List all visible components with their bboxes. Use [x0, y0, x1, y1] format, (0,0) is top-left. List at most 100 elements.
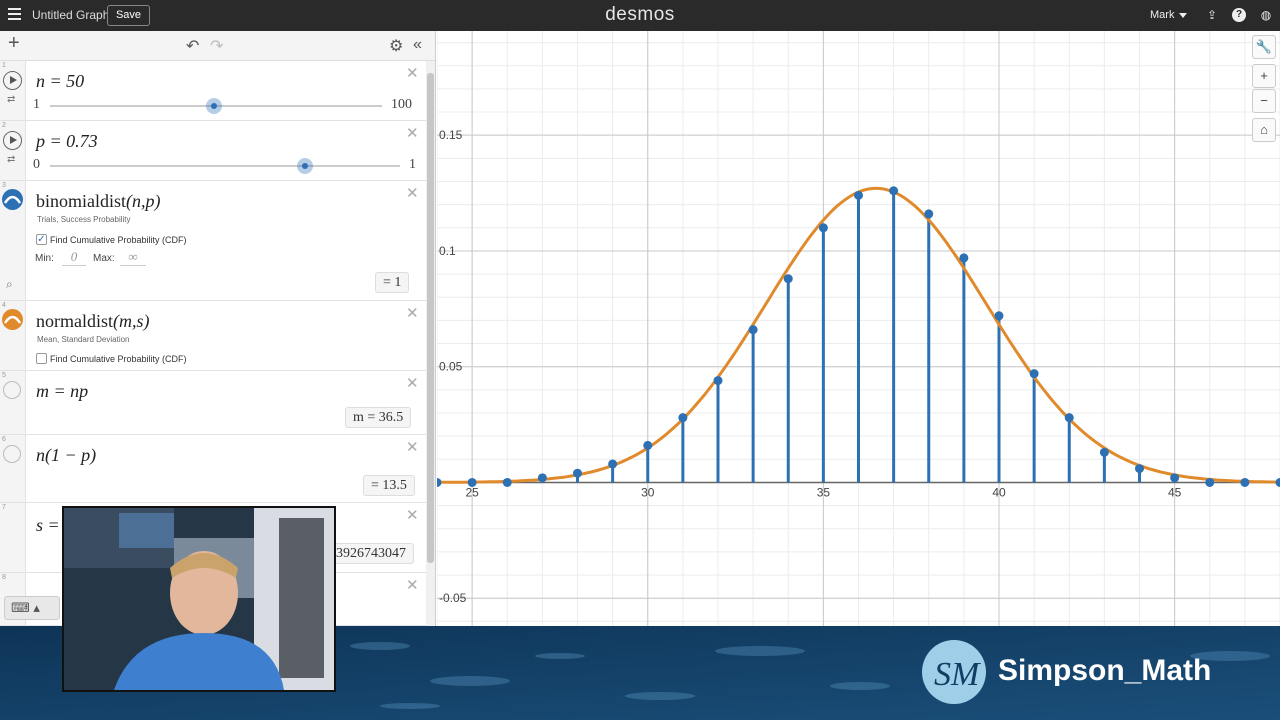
svg-text:SM: SM: [934, 656, 981, 693]
expression-row[interactable]: 2 ⇄ p = 0.73 ✕ 0 1: [0, 121, 426, 181]
max-input[interactable]: ∞: [120, 249, 146, 266]
channel-name: Simpson_Math: [998, 654, 1212, 687]
hidden-toggle-icon[interactable]: [3, 445, 21, 463]
x-tick-label: 35: [817, 485, 831, 499]
graph-canvas[interactable]: 25 30 35 40 45 0.15 0.1 0.05 -0.05: [437, 31, 1280, 626]
max-label: Max:: [93, 253, 115, 264]
expression-text[interactable]: s =: [36, 515, 60, 536]
redo-icon[interactable]: ↷: [210, 36, 223, 56]
hidden-toggle-icon[interactable]: [3, 381, 21, 399]
binomial-point: [924, 209, 934, 219]
delete-icon[interactable]: ✕: [406, 506, 419, 524]
slider-track[interactable]: [50, 165, 400, 167]
webcam-overlay: [62, 506, 336, 692]
delete-icon[interactable]: ✕: [406, 64, 419, 82]
binomial-point: [1099, 447, 1109, 457]
keyboard-toggle-button[interactable]: ⌨ ▴: [4, 596, 60, 620]
normal-curve: [437, 186, 1277, 484]
settings-gear-icon[interactable]: ⚙: [389, 36, 403, 56]
loop-icon[interactable]: ⇄: [7, 94, 15, 105]
binomial-point: [678, 413, 688, 423]
zoom-in-button[interactable]: +: [1252, 64, 1276, 88]
expression-text[interactable]: p = 0.73: [36, 131, 98, 152]
expression-toolbar: + ↶ ↷ ⚙ «: [0, 31, 435, 61]
distribution-icon[interactable]: [2, 189, 23, 210]
slider-handle[interactable]: [206, 98, 222, 114]
y-tick-label: -0.05: [439, 591, 467, 605]
top-bar: Untitled Graph Save desmos Mark ⇪ ? ◍: [0, 0, 1280, 31]
cdf-label: Find Cumulative Probability (CDF): [50, 354, 187, 364]
collapse-panel-icon[interactable]: «: [413, 36, 422, 54]
globe-icon[interactable]: ◍: [1259, 8, 1273, 22]
binomial-point: [889, 186, 899, 196]
expression-text[interactable]: n = 50: [36, 71, 84, 92]
keyboard-icon: ⌨ ▴: [11, 600, 40, 615]
delete-icon[interactable]: ✕: [406, 374, 419, 392]
evaluation-result: m = 36.5: [345, 407, 412, 428]
play-icon[interactable]: [3, 131, 22, 150]
loop-icon[interactable]: ⇄: [7, 154, 15, 165]
graph-settings-wrench-icon[interactable]: 🔧: [1252, 35, 1276, 59]
cdf-label: Find Cumulative Probability (CDF): [50, 235, 187, 245]
user-menu[interactable]: Mark: [1150, 9, 1187, 21]
delete-icon[interactable]: ✕: [406, 184, 419, 202]
binomial-point: [994, 311, 1004, 321]
evaluation-result: 3926743047: [328, 543, 414, 564]
slider-max[interactable]: 1: [409, 157, 416, 173]
share-icon[interactable]: ⇪: [1205, 8, 1219, 22]
binomial-point: [854, 190, 863, 200]
slider-handle[interactable]: [297, 158, 313, 174]
expression-text[interactable]: n(1 − p): [36, 445, 96, 466]
slider-max[interactable]: 100: [391, 97, 412, 113]
delete-icon[interactable]: ✕: [406, 124, 419, 142]
slider-min[interactable]: 1: [33, 97, 40, 113]
expression-scrollbar[interactable]: [426, 61, 435, 626]
x-tick-label: 40: [992, 485, 1006, 499]
x-tick-label: 25: [465, 485, 479, 499]
zoom-icon[interactable]: ⌕: [6, 277, 13, 292]
expression-text[interactable]: binomialdist(n,p): [36, 191, 161, 212]
cdf-checkbox[interactable]: [36, 353, 47, 364]
parameter-hint: Mean, Standard Deviation: [37, 335, 130, 344]
binomial-point: [713, 376, 723, 386]
undo-icon[interactable]: ↶: [186, 36, 199, 56]
binomial-point: [537, 473, 547, 483]
evaluation-result: = 13.5: [363, 475, 415, 496]
binomial-point: [1064, 413, 1074, 423]
help-icon[interactable]: ?: [1232, 8, 1246, 22]
expression-row[interactable]: 5 m = np ✕ m = 36.5: [0, 371, 426, 435]
delete-icon[interactable]: ✕: [406, 576, 419, 594]
binomial-point: [1205, 477, 1215, 487]
binomial-point: [959, 253, 969, 263]
binomial-point: [1029, 369, 1039, 379]
play-icon[interactable]: [3, 71, 22, 90]
delete-icon[interactable]: ✕: [406, 438, 419, 456]
expression-row[interactable]: 3 ⌕ binomialdist(n,p) Trials, Success Pr…: [0, 181, 426, 301]
x-tick-label: 30: [641, 485, 655, 499]
cdf-checkbox[interactable]: ✓: [36, 234, 47, 245]
home-icon[interactable]: ⌂: [1252, 118, 1276, 142]
binomial-point: [1170, 473, 1180, 483]
scrollbar-thumb[interactable]: [427, 73, 434, 563]
min-input[interactable]: 0: [62, 249, 86, 266]
parameter-hint: Trials, Success Probability: [37, 215, 131, 224]
distribution-icon[interactable]: [2, 309, 23, 330]
expression-row[interactable]: 6 n(1 − p) ✕ = 13.5: [0, 435, 426, 503]
min-label: Min:: [35, 253, 54, 264]
binomial-point: [1135, 464, 1144, 474]
expression-row[interactable]: 4 normaldist(m,s) Mean, Standard Deviati…: [0, 301, 426, 371]
graph-paper[interactable]: 25 30 35 40 45 0.15 0.1 0.05 -0.05: [437, 31, 1280, 626]
slider-min[interactable]: 0: [33, 157, 40, 173]
binomial-point: [818, 223, 828, 233]
binomial-point: [502, 477, 512, 487]
binomial-point: [467, 477, 477, 487]
zoom-out-button[interactable]: −: [1252, 89, 1276, 113]
delete-icon[interactable]: ✕: [406, 304, 419, 322]
expression-row[interactable]: 1 ⇄ n = 50 ✕ 1 100: [0, 61, 426, 121]
y-tick-label: 0.1: [439, 244, 456, 258]
expression-text[interactable]: m = np: [36, 381, 88, 402]
evaluation-result: = 1: [375, 272, 410, 293]
expression-text[interactable]: normaldist(m,s): [36, 311, 150, 332]
binomial-point: [1275, 477, 1280, 487]
add-item-icon[interactable]: +: [8, 32, 20, 55]
